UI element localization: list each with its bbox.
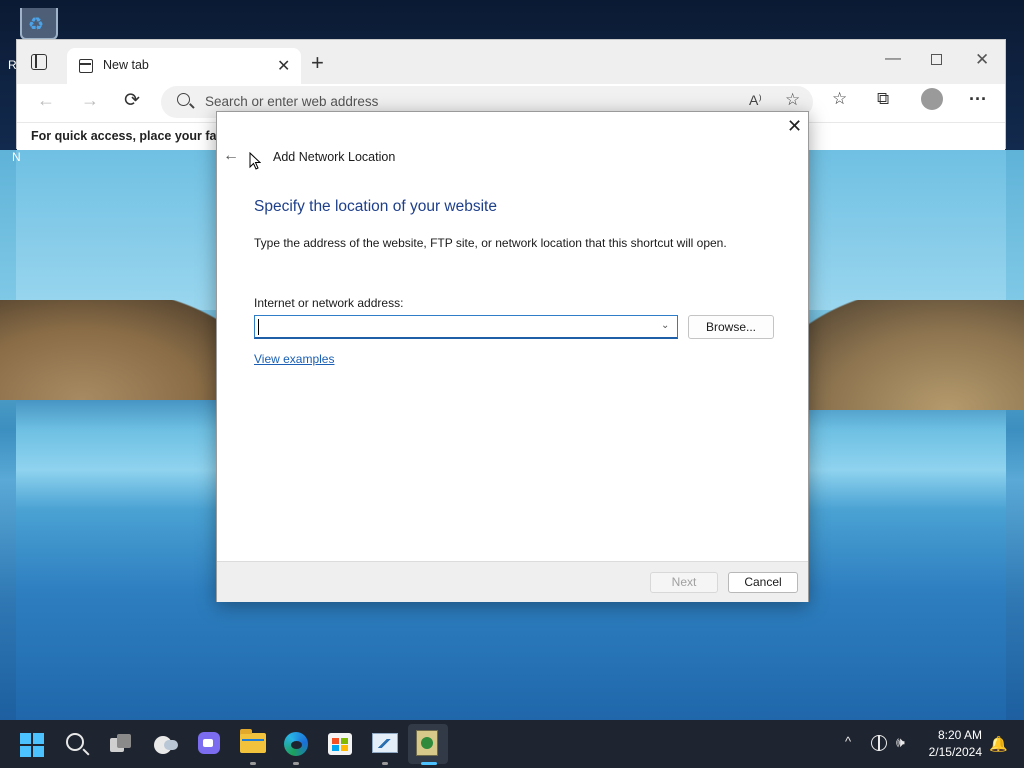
dialog-back-icon[interactable]: ← [223, 147, 239, 165]
network-location-wizard-icon[interactable] [416, 730, 438, 756]
edge-icon[interactable] [284, 732, 308, 756]
tab-new-tab[interactable]: New tab ✕ [67, 48, 301, 84]
tab-actions-icon[interactable] [31, 54, 47, 70]
search-icon [177, 93, 190, 106]
minimize-button[interactable]: — [885, 50, 901, 68]
start-tile-icon [33, 733, 44, 744]
recycle-symbol-icon: ♻ [28, 14, 45, 34]
volume-muted-icon[interactable]: 🕪 [896, 734, 905, 751]
wallpaper-hill-left [0, 300, 250, 400]
text-caret [258, 319, 259, 335]
profile-avatar[interactable] [921, 88, 943, 110]
window-close-button[interactable]: ✕ [975, 50, 989, 70]
dialog-close-icon[interactable]: ✕ [787, 116, 802, 137]
collections-icon[interactable]: ⧉ [877, 89, 889, 109]
add-network-location-dialog: ✕ ← Add Network Location Specify the loc… [216, 111, 809, 602]
performance-monitor-icon[interactable] [372, 733, 398, 753]
task-view-icon[interactable] [110, 734, 132, 752]
address-combobox[interactable]: ⌄ [254, 315, 678, 339]
taskbar: ^ 🕪 8:20 AM 2/15/2024 🔔 [0, 720, 1024, 768]
chevron-down-icon[interactable]: ⌄ [661, 320, 669, 331]
widgets-weather-icon[interactable] [154, 732, 178, 754]
new-tab-page-icon [79, 59, 93, 73]
forward-button[interactable]: → [81, 90, 99, 111]
taskbar-search-icon[interactable] [66, 733, 84, 751]
view-examples-link[interactable]: View examples [254, 352, 334, 366]
read-aloud-icon[interactable]: A⁾ [749, 92, 762, 109]
add-favorite-icon[interactable]: ☆ [785, 90, 800, 110]
dialog-description: Type the address of the website, FTP sit… [254, 236, 727, 250]
next-button[interactable]: Next [650, 572, 718, 593]
favorites-icon[interactable]: ☆ [832, 89, 847, 109]
dialog-heading: Specify the location of your website [254, 198, 497, 215]
running-indicator [293, 762, 299, 765]
address-label: Internet or network address: [254, 296, 404, 310]
cancel-button[interactable]: Cancel [728, 572, 798, 593]
start-tile-icon [33, 746, 44, 757]
network-globe-icon[interactable] [871, 735, 887, 751]
back-button[interactable]: ← [37, 90, 55, 111]
chat-icon[interactable] [198, 732, 220, 754]
maximize-button[interactable] [931, 54, 942, 65]
address-bar-placeholder: Search or enter web address [205, 94, 379, 109]
mouse-cursor-icon [249, 152, 261, 170]
refresh-button[interactable]: ⟳ [124, 89, 140, 112]
tab-close-icon[interactable]: ✕ [277, 56, 290, 76]
tray-overflow-chevron-icon[interactable]: ^ [845, 734, 851, 749]
dialog-title: Add Network Location [273, 150, 396, 164]
start-button[interactable] [20, 733, 44, 757]
clock-time[interactable]: 8:20 AM [920, 728, 982, 742]
active-running-indicator [421, 762, 437, 765]
clock-date[interactable]: 2/15/2024 [920, 745, 982, 759]
running-indicator [250, 762, 256, 765]
notification-bell-icon[interactable]: 🔔 [989, 735, 1008, 753]
new-tab-button[interactable]: + [311, 50, 324, 76]
desktop-side-label: N [12, 150, 21, 164]
favorites-bar-message: For quick access, place your favori [31, 129, 240, 143]
wallpaper-hill-right [780, 300, 1024, 410]
microsoft-store-icon[interactable] [328, 733, 352, 755]
tab-title: New tab [103, 58, 149, 72]
dialog-footer: Next Cancel [217, 561, 808, 602]
file-explorer-icon[interactable] [240, 729, 266, 753]
start-tile-icon [20, 733, 31, 744]
running-indicator [382, 762, 388, 765]
tab-strip: New tab ✕ + — ✕ [17, 40, 1005, 84]
start-tile-icon [20, 746, 31, 757]
browse-button[interactable]: Browse... [688, 315, 774, 339]
more-menu-icon[interactable]: ··· [969, 89, 987, 110]
